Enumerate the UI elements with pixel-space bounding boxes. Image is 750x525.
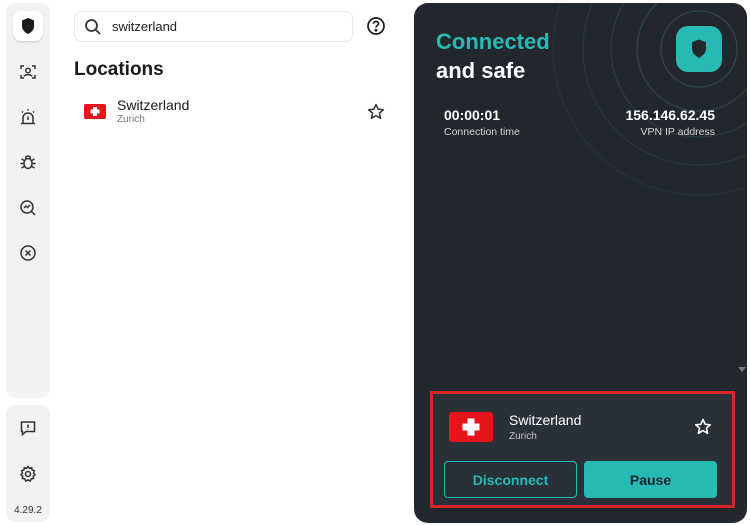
- location-name: Switzerland: [117, 97, 190, 113]
- connected-location-city: Zurich: [509, 431, 537, 442]
- sidebar-bottom: 4.29.2: [6, 405, 50, 522]
- vpn-ip-value: 156.146.62.45: [625, 107, 715, 123]
- help-icon: [367, 17, 385, 35]
- alarm-icon: [21, 109, 35, 125]
- help-button[interactable]: [366, 16, 386, 36]
- sidebar-item-scanner[interactable]: [13, 193, 43, 223]
- current-connection-card: Switzerland Zurich Disconnect Pause: [430, 391, 735, 508]
- locations-heading: Locations: [74, 59, 164, 80]
- feedback-icon: [20, 421, 36, 437]
- user-scan-icon: [20, 65, 36, 79]
- sidebar: [6, 3, 50, 398]
- sidebar-item-blocker[interactable]: [13, 238, 43, 268]
- vpn-app-window: 4.29.2 Locations Switzerland Zurich Conn…: [0, 0, 750, 525]
- status-subtitle: and safe: [436, 58, 526, 83]
- switzerland-flag-icon: [449, 412, 493, 442]
- sidebar-item-alerts[interactable]: [13, 102, 43, 132]
- version-label: 4.29.2: [14, 505, 42, 516]
- location-city: Zurich: [117, 114, 145, 125]
- vpn-shield-badge: [676, 26, 722, 72]
- search-input[interactable]: [112, 19, 342, 34]
- settings-button[interactable]: [13, 459, 43, 489]
- status-title: Connected: [436, 29, 550, 54]
- connection-panel: Connected and safe 00:00:01 Connection t…: [414, 3, 747, 523]
- gear-icon: [19, 465, 37, 482]
- bug-icon: [20, 155, 36, 170]
- connection-time-label: Connection time: [444, 126, 520, 138]
- vpn-ip-label: VPN IP address: [640, 126, 715, 138]
- favorite-star-icon[interactable]: [693, 417, 713, 437]
- feedback-button[interactable]: [13, 413, 43, 443]
- close-circle-icon: [20, 245, 36, 261]
- favorite-star-icon[interactable]: [366, 102, 386, 122]
- search-icon: [85, 18, 101, 35]
- switzerland-flag-icon: [84, 104, 106, 119]
- pause-button[interactable]: Pause: [584, 461, 717, 498]
- sidebar-item-antivirus[interactable]: [13, 147, 43, 177]
- sidebar-item-vpn[interactable]: [13, 11, 43, 41]
- location-item[interactable]: Switzerland Zurich: [74, 93, 392, 131]
- shield-icon: [692, 39, 706, 58]
- search-box[interactable]: [74, 11, 353, 42]
- connection-time-value: 00:00:01: [444, 107, 501, 123]
- sidebar-item-identity[interactable]: [13, 57, 43, 87]
- disconnect-button[interactable]: Disconnect: [444, 461, 577, 498]
- scroll-down-indicator[interactable]: [738, 367, 746, 372]
- shield-icon: [22, 18, 34, 34]
- magnify-chart-icon: [20, 200, 36, 216]
- connected-location-name: Switzerland: [509, 412, 582, 428]
